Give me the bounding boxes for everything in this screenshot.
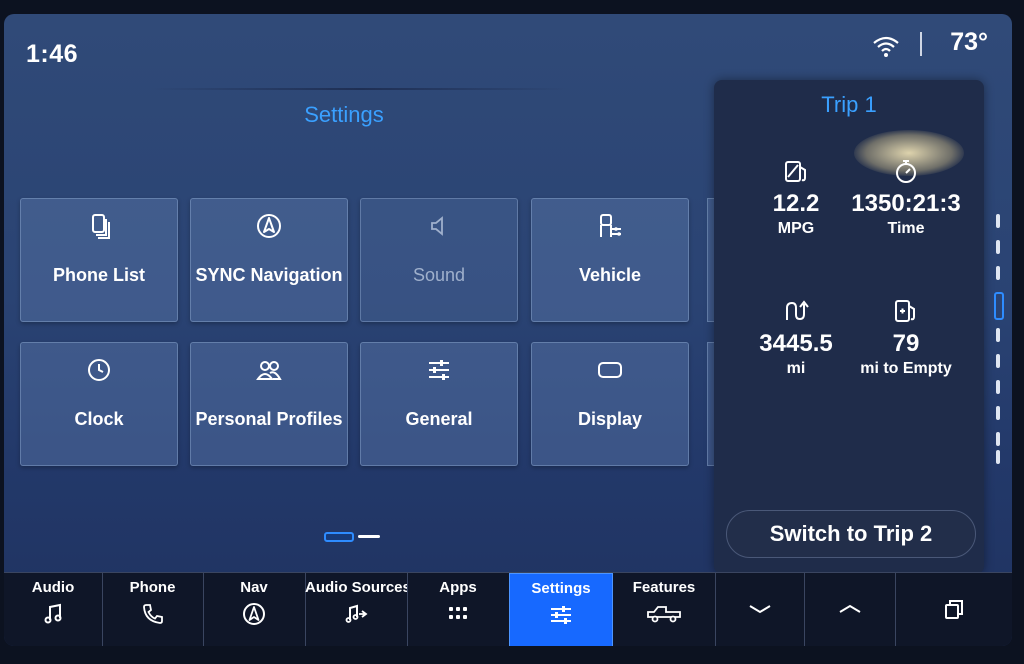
stopwatch-icon (896, 160, 916, 183)
tile-label: SYNC Navigation (195, 265, 343, 285)
phone-list-icon (92, 214, 110, 239)
speaker-icon (431, 216, 443, 236)
nav-audio[interactable]: Audio (4, 573, 103, 646)
nav-audio-sources[interactable]: Audio Sources (305, 573, 408, 646)
tile-sync-navigation[interactable]: SYNC Navigation (190, 198, 348, 322)
stat-range: 79 mi to Empty (846, 298, 966, 378)
chevron-up-icon (838, 604, 861, 613)
tile-label: Personal Profiles (195, 409, 343, 429)
tile-label: Display (577, 409, 643, 429)
display-icon (598, 362, 622, 378)
tile-clock[interactable]: Clock (20, 342, 178, 466)
sliders-icon (551, 606, 571, 624)
page-dot[interactable] (358, 535, 380, 538)
nav-nav[interactable]: Nav (203, 573, 306, 646)
windows-icon (944, 600, 963, 619)
nav-features[interactable]: Features (613, 573, 716, 646)
switch-trip-button[interactable]: Switch to Trip 2 (726, 510, 976, 558)
nav-apps[interactable]: Apps (407, 573, 510, 646)
nav-settings[interactable]: Settings (509, 573, 613, 646)
page-dot-active[interactable] (324, 532, 354, 542)
vehicle-icon (600, 214, 621, 237)
screen: 1:46 73° Settings Phone List SYNC Naviga… (4, 14, 1012, 646)
wifi-icon (873, 36, 899, 57)
navigation-icon (257, 214, 281, 238)
nav-chevron-down[interactable] (715, 573, 805, 646)
apps-grid-icon (449, 607, 467, 619)
clock-icon (88, 359, 110, 381)
distance-icon (786, 300, 809, 321)
tile-personal-profiles[interactable]: Personal Profiles (190, 342, 348, 466)
tile-label: Sound (412, 265, 466, 285)
truck-icon (647, 606, 681, 623)
nav-chevron-up[interactable] (804, 573, 896, 646)
status-divider (920, 32, 922, 56)
fuel-pump-icon (895, 300, 915, 322)
bottom-nav: Audio Phone Nav Audio Sources Apps Setti… (4, 572, 1012, 646)
stat-distance: 3445.5 mi (736, 298, 856, 378)
stat-mpg: 12.2 MPG (736, 158, 856, 238)
profiles-icon (256, 361, 282, 380)
status-time: 1:46 (26, 40, 79, 68)
tile-label: Vehicle (578, 265, 642, 285)
nav-phone[interactable]: Phone (102, 573, 204, 646)
tile-general[interactable]: General (360, 342, 518, 466)
tile-phone-list[interactable]: Phone List (20, 198, 178, 322)
phone-icon (142, 604, 163, 624)
tile-vehicle[interactable]: Vehicle (531, 198, 689, 322)
status-temperature: 73° (950, 28, 988, 56)
nav-windows[interactable] (895, 573, 1012, 646)
stat-time: 1350:21:3 Time (846, 158, 966, 238)
tile-label: General (405, 409, 473, 429)
sliders-icon (429, 360, 449, 380)
chevron-down-icon (748, 605, 771, 614)
title-divider (150, 88, 570, 90)
tile-label: Phone List (52, 265, 145, 285)
trip-title: Trip 1 (821, 92, 877, 117)
tile-display[interactable]: Display (531, 342, 689, 466)
music-note-icon (44, 603, 62, 624)
tile-label: Clock (74, 409, 124, 429)
scrollbar-thumb[interactable] (994, 292, 1004, 320)
trip-panel: Trip 1 12.2 MPG 1350:21:3 Time 3445.5 mi… (714, 80, 984, 574)
tile-sound[interactable]: Sound (360, 198, 518, 322)
scrollbar[interactable] (994, 214, 1004, 464)
fuel-economy-icon (785, 161, 806, 182)
navigation-icon (243, 603, 265, 625)
status-bar: 1:46 73° (4, 14, 1012, 84)
audio-sources-icon (345, 604, 368, 623)
page-title: Settings (304, 102, 384, 127)
